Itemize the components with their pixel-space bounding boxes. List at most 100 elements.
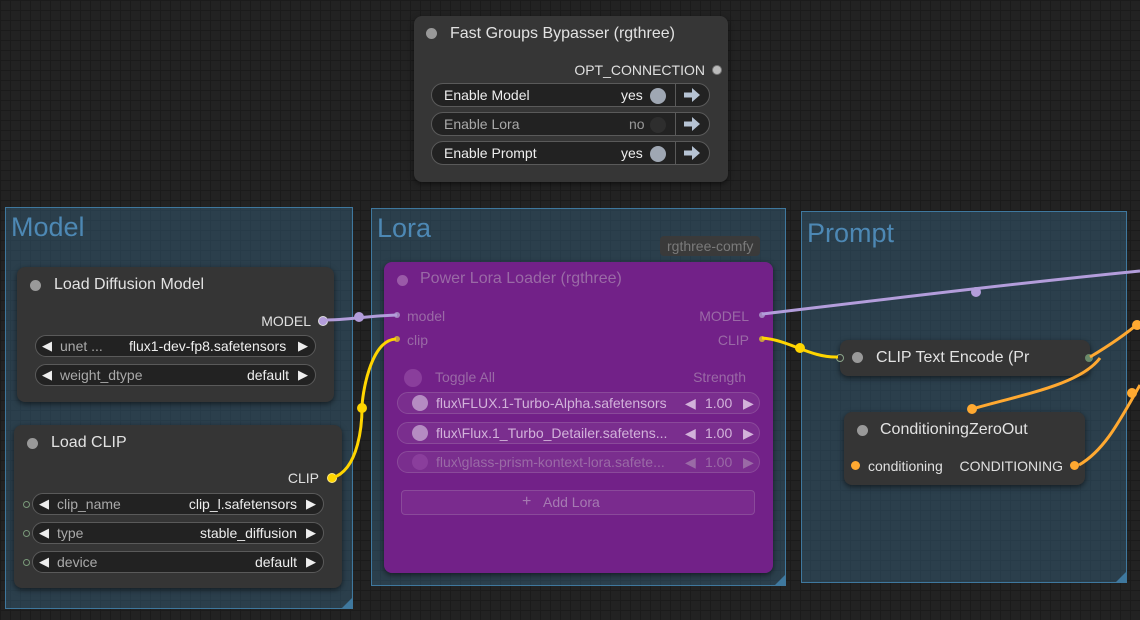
output-label-clip: CLIP (287, 470, 319, 486)
collapse-dot-icon[interactable] (852, 352, 863, 363)
output-label-clip: CLIP (717, 332, 749, 348)
widget-weight-dtype[interactable]: ◀ weight_dtype default ▶ (35, 364, 316, 386)
arrow-right-icon[interactable] (683, 87, 701, 103)
collapse-dot-icon[interactable] (30, 280, 41, 291)
widget-clip-name[interactable]: ◀ clip_name clip_l.safetensors ▶ (32, 493, 324, 515)
node-header[interactable]: Power Lora Loader (rgthree) (384, 262, 773, 298)
input-slot-clip-name[interactable] (23, 501, 30, 508)
widget-value: stable_diffusion (199, 525, 297, 541)
strength-increment-icon[interactable]: ▶ (743, 425, 754, 442)
clip-text-encode-node[interactable]: CLIP Text Encode (Pr (836, 340, 1093, 376)
toggle-separator (675, 113, 676, 135)
node-header[interactable]: Load Diffusion Model (17, 267, 334, 303)
strength-increment-icon[interactable]: ▶ (743, 395, 754, 412)
decrement-arrow-icon[interactable]: ◀ (39, 496, 49, 512)
decrement-arrow-icon[interactable]: ◀ (39, 525, 49, 541)
output-slot-opt-connection[interactable] (712, 65, 722, 75)
rgthree-badge: rgthree-comfy (660, 236, 761, 256)
arrow-right-icon[interactable] (683, 116, 701, 132)
lora-toggle-knob-icon[interactable] (412, 395, 428, 411)
toggle-label: Enable Model (444, 87, 530, 103)
strength-increment-icon[interactable]: ▶ (743, 454, 754, 471)
lora-row[interactable]: flux\FLUX.1-Turbo-Alpha.safetensors ◀ 1.… (397, 392, 760, 414)
collapse-dot-icon[interactable] (426, 28, 437, 39)
power-lora-loader-node[interactable]: Power Lora Loader (rgthree) model clip M… (384, 262, 773, 573)
group-resize-handle[interactable] (342, 598, 352, 608)
widget-type[interactable]: ◀ type stable_diffusion ▶ (32, 522, 324, 544)
toggle-all-knob-icon[interactable] (404, 369, 422, 387)
output-slot-conditioning[interactable] (1085, 354, 1093, 362)
conditioning-zero-out-node[interactable]: ConditioningZeroOut conditioning CONDITI… (844, 412, 1085, 485)
toggle-knob-icon (650, 88, 666, 104)
collapse-dot-icon[interactable] (397, 275, 408, 286)
widget-unet-name[interactable]: ◀ unet ... flux1-dev-fp8.safetensors ▶ (35, 335, 316, 357)
group-resize-handle[interactable] (1116, 572, 1126, 582)
input-slot-conditioning[interactable] (851, 461, 860, 470)
group-resize-handle[interactable] (775, 575, 785, 585)
strength-decrement-icon[interactable]: ◀ (685, 395, 696, 412)
load-clip-node[interactable]: Load CLIP CLIP ◀ clip_name clip_l.safete… (14, 425, 342, 588)
toggle-value: yes (621, 145, 643, 161)
lora-strength[interactable]: 1.00 (705, 425, 732, 441)
toggle-enable-prompt[interactable]: Enable Prompt yes (431, 141, 710, 165)
input-slot-type[interactable] (23, 530, 30, 537)
output-slot-conditioning[interactable] (1070, 461, 1079, 470)
group-prompt[interactable]: Prompt (801, 211, 1127, 583)
lora-row[interactable]: flux\Flux.1_Turbo_Detailer.safetens... ◀… (397, 422, 760, 444)
node-title: ConditioningZeroOut (880, 421, 1028, 438)
collapse-dot-icon[interactable] (857, 425, 868, 436)
link-midpoint-icon[interactable] (1127, 388, 1137, 398)
output-label-model: MODEL (699, 308, 749, 324)
link-midpoint-icon[interactable] (354, 312, 364, 322)
add-lora-button[interactable]: + Add Lora (401, 490, 755, 515)
lora-name: flux\Flux.1_Turbo_Detailer.safetens... (436, 425, 668, 441)
output-slot-clip[interactable] (759, 336, 765, 342)
increment-arrow-icon[interactable]: ▶ (298, 338, 308, 354)
collapse-dot-icon[interactable] (27, 438, 38, 449)
node-header[interactable]: Fast Groups Bypasser (rgthree) (414, 16, 728, 52)
widget-device[interactable]: ◀ device default ▶ (32, 551, 324, 573)
output-slot-model[interactable] (318, 316, 328, 326)
toggle-knob-icon (650, 117, 666, 133)
decrement-arrow-icon[interactable]: ◀ (42, 338, 52, 354)
output-slot-clip[interactable] (327, 473, 337, 483)
lora-toggle-knob-icon[interactable] (412, 454, 428, 470)
lora-row[interactable]: flux\glass-prism-kontext-lora.safete... … (397, 451, 760, 473)
lora-strength[interactable]: 1.00 (705, 395, 732, 411)
toggle-knob-icon (650, 146, 666, 162)
toggle-value: no (629, 116, 645, 132)
widget-label: unet ... (60, 338, 103, 354)
node-header[interactable]: ConditioningZeroOut (844, 412, 1085, 448)
output-slot-model[interactable] (759, 312, 765, 318)
group-title-model: Model (11, 212, 85, 242)
toggle-enable-lora[interactable]: Enable Lora no (431, 112, 710, 136)
lora-toggle-knob-icon[interactable] (412, 425, 428, 441)
link-midpoint-icon[interactable] (1132, 320, 1140, 330)
increment-arrow-icon[interactable]: ▶ (306, 496, 316, 512)
input-slot-device[interactable] (23, 559, 30, 566)
widget-value: default (254, 554, 297, 570)
input-label-conditioning: conditioning (868, 458, 943, 474)
node-header[interactable]: Load CLIP (14, 425, 342, 461)
decrement-arrow-icon[interactable]: ◀ (42, 367, 52, 383)
toggle-enable-model[interactable]: Enable Model yes (431, 83, 710, 107)
increment-arrow-icon[interactable]: ▶ (298, 367, 308, 383)
decrement-arrow-icon[interactable]: ◀ (39, 554, 49, 570)
load-diffusion-model-node[interactable]: Load Diffusion Model MODEL ◀ unet ... fl… (17, 267, 334, 402)
input-slot-clip[interactable] (836, 354, 844, 362)
fast-groups-bypasser-node[interactable]: Fast Groups Bypasser (rgthree) OPT_CONNE… (414, 16, 728, 182)
input-slot-clip[interactable] (394, 336, 400, 342)
lora-strength[interactable]: 1.00 (705, 454, 732, 470)
increment-arrow-icon[interactable]: ▶ (306, 554, 316, 570)
toggle-label: Enable Lora (444, 116, 520, 132)
output-label-model: MODEL (261, 313, 311, 329)
strength-decrement-icon[interactable]: ◀ (685, 454, 696, 471)
widget-label: device (57, 554, 98, 570)
increment-arrow-icon[interactable]: ▶ (306, 525, 316, 541)
node-title: Load Diffusion Model (54, 276, 205, 293)
output-label-opt-connection: OPT_CONNECTION (574, 62, 705, 78)
link-midpoint-icon[interactable] (357, 403, 367, 413)
input-slot-model[interactable] (394, 312, 400, 318)
arrow-right-icon[interactable] (683, 145, 701, 161)
strength-decrement-icon[interactable]: ◀ (685, 425, 696, 442)
